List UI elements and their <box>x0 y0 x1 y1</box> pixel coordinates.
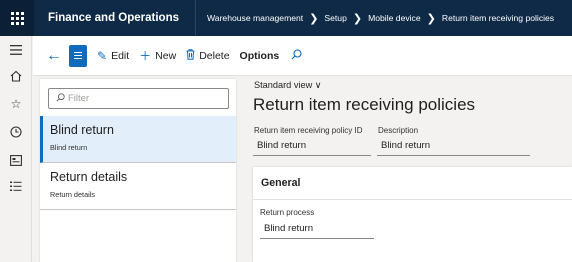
home-icon[interactable] <box>8 68 24 84</box>
back-arrow-icon[interactable]: ← <box>41 43 67 69</box>
chevron-down-icon: ∨ <box>314 80 322 90</box>
search-icon <box>56 93 65 104</box>
description-field[interactable]: Blind return <box>377 138 530 156</box>
list-item-blind-return[interactable]: Blind return Blind return <box>40 116 236 163</box>
list-item-subtitle: Return details <box>50 190 96 199</box>
return-process-label: Return process <box>260 208 315 217</box>
list-item-subtitle: Blind return <box>50 143 88 152</box>
description-label: Description <box>378 126 419 135</box>
delete-label: Delete <box>199 49 230 62</box>
list-item-title: Blind return <box>50 123 114 137</box>
return-process-field[interactable]: Blind return <box>260 221 374 239</box>
general-header[interactable]: General <box>253 167 572 200</box>
new-label: New <box>155 49 177 62</box>
chevron-right-icon: ❯ <box>426 12 436 25</box>
waffle-icon[interactable] <box>0 0 34 36</box>
app-title[interactable]: Finance and Operations <box>34 0 196 36</box>
chevron-right-icon: ❯ <box>309 12 319 25</box>
top-nav-bar: Finance and Operations Warehouse managem… <box>0 0 572 36</box>
delete-icon <box>186 48 195 63</box>
filter-input[interactable] <box>68 93 218 104</box>
workspace-icon[interactable] <box>8 152 24 168</box>
list-view-icon[interactable] <box>69 44 87 67</box>
edit-label: Edit <box>111 49 130 62</box>
list-icon[interactable] <box>8 178 24 194</box>
options-button[interactable]: Options <box>240 43 280 69</box>
filter-field[interactable] <box>48 88 229 109</box>
left-nav-rail: ☆ <box>0 36 32 262</box>
list-item-title: Return details <box>50 170 128 184</box>
breadcrumb-item-current[interactable]: Return item receiving policies <box>442 13 554 23</box>
edit-button[interactable]: ✎ Edit <box>97 43 129 69</box>
list-panel: Blind return Blind return Return details… <box>40 79 236 262</box>
new-button[interactable]: ＋ New <box>139 43 176 69</box>
breadcrumb-item-setup[interactable]: Setup <box>324 13 346 23</box>
page-title: Return item receiving policies <box>253 95 476 114</box>
action-pane: ← ✎ Edit ＋ New Delete Options <box>33 36 572 76</box>
plus-icon: ＋ <box>139 49 152 63</box>
breadcrumb-item-mobile-device[interactable]: Mobile device <box>368 13 421 23</box>
chevron-right-icon: ❯ <box>352 12 363 25</box>
star-icon[interactable]: ☆ <box>8 96 24 112</box>
search-icon[interactable] <box>291 48 302 63</box>
breadcrumb: Warehouse management ❯ Setup ❯ Mobile de… <box>196 12 554 25</box>
policy-id-field[interactable]: Blind return <box>253 138 371 156</box>
policy-id-label: Return item receiving policy ID <box>254 126 363 135</box>
list-item-return-details[interactable]: Return details Return details <box>40 163 236 210</box>
hamburger-icon[interactable] <box>8 42 24 58</box>
breadcrumb-item-warehouse[interactable]: Warehouse management <box>207 13 303 23</box>
delete-button[interactable]: Delete <box>186 43 230 69</box>
clock-icon[interactable] <box>8 124 24 140</box>
general-fasttab: General Return process Blind return <box>253 167 572 262</box>
edit-pencil-icon: ✎ <box>97 48 108 63</box>
view-selector[interactable]: Standard view ∨ <box>254 80 322 91</box>
view-label: Standard view <box>254 80 313 90</box>
